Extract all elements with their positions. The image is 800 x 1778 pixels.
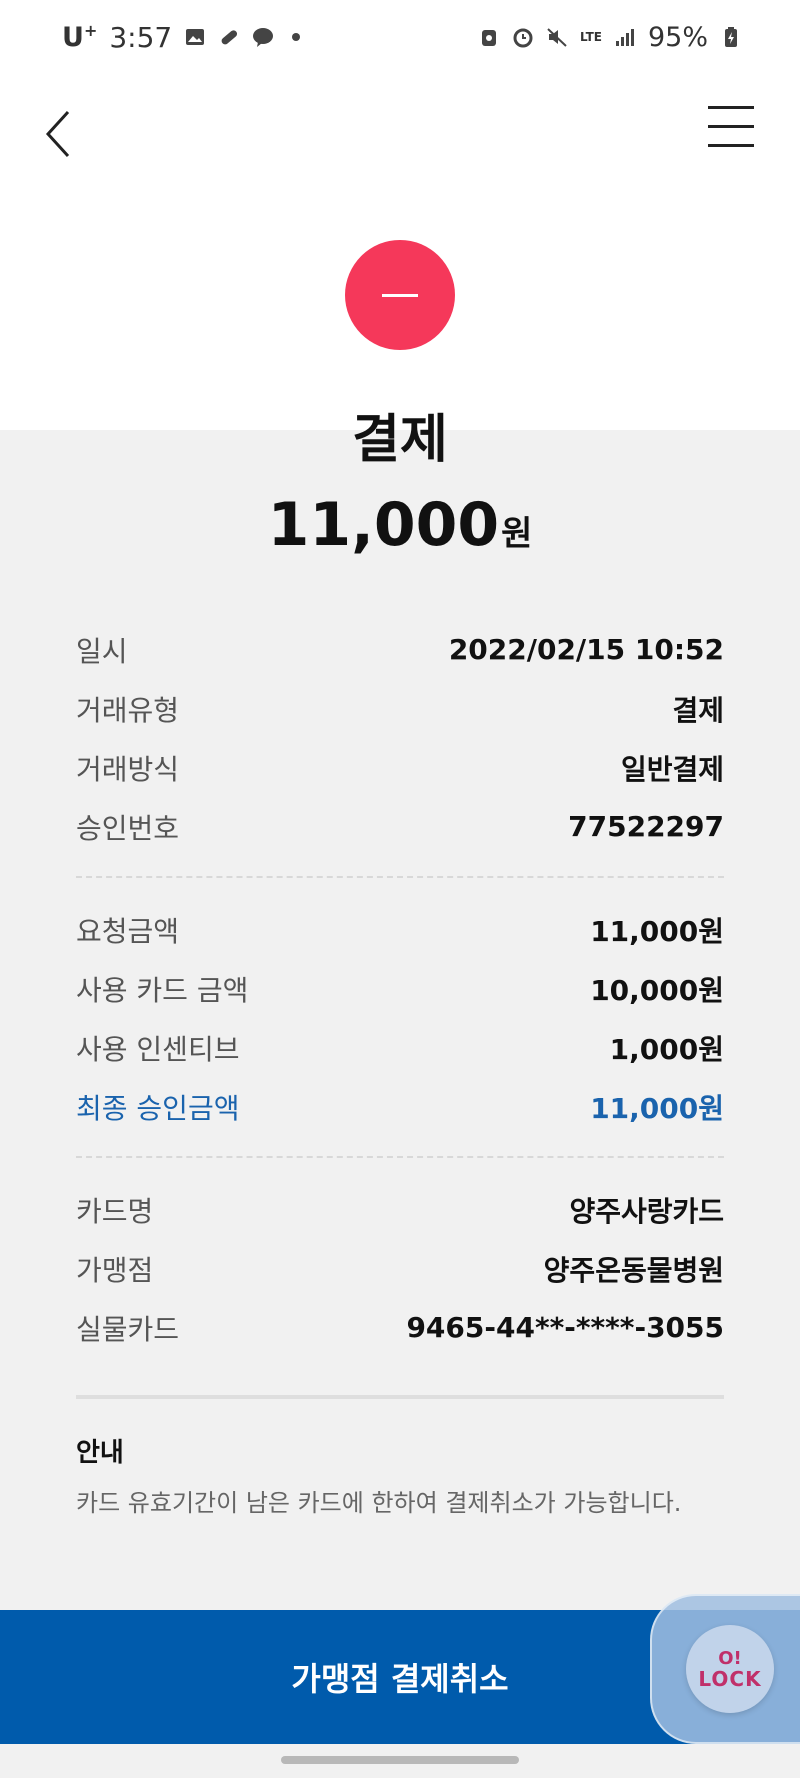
battery-icon [720, 26, 742, 48]
security-icon [478, 26, 500, 48]
detail-row-final-amount: 최종 승인금액 11,000원 [76, 1091, 724, 1125]
more-notifications-dot [292, 33, 301, 41]
detail-row-type: 거래유형 결제 [76, 693, 724, 727]
hamburger-menu-icon [708, 106, 754, 109]
amount-value: 11,000 [267, 490, 500, 560]
network-type: LTE [579, 30, 602, 44]
transaction-details: 일시 2022/02/15 10:52 거래유형 결제 거래방식 일반결제 승인… [76, 620, 724, 1399]
cancel-button-label: 가맹점 결제취소 [291, 1660, 509, 1698]
carrier-label: U+ [62, 21, 98, 53]
header [0, 74, 800, 430]
battery-percent: 95% [647, 21, 708, 53]
chevron-left-icon [45, 110, 70, 158]
alarm-icon [512, 26, 534, 48]
section-divider [76, 1395, 724, 1399]
detail-row-approval-number: 승인번호 77522297 [76, 810, 724, 845]
back-button[interactable] [40, 104, 80, 164]
minus-circle-icon [345, 240, 455, 350]
transaction-summary: 결제 11,000원 [0, 402, 800, 579]
clock: 3:57 [109, 20, 173, 54]
detail-row-card-amount: 사용 카드 금액 10,000원 [76, 973, 724, 1007]
signal-icon [614, 26, 636, 48]
olock-logo-icon: O! LOCK [686, 1625, 774, 1713]
notice-text: 카드 유효기간이 남은 카드에 한하여 결제취소가 가능합니다. [76, 1489, 682, 1517]
notice-title: 안내 [76, 1438, 124, 1468]
pill-icon [218, 26, 240, 48]
detail-row-method: 거래방식 일반결제 [76, 752, 724, 786]
detail-row-merchant: 가맹점 양주온동물병원 [76, 1253, 724, 1287]
status-bar: U+ 3:57 LTE 95% [0, 0, 800, 74]
kakaotalk-icon [252, 26, 274, 48]
gallery-icon [184, 26, 206, 48]
detail-row-physical-card: 실물카드 9465-44**-****-3055 [76, 1311, 724, 1346]
status-right: LTE 95% [478, 22, 742, 53]
mute-icon [546, 26, 568, 48]
notice-section: 안내 카드 유효기간이 남은 카드에 한하여 결제취소가 가능합니다. [76, 1432, 724, 1518]
transaction-amount: 11,000원 [0, 480, 800, 579]
amount-unit: 원 [501, 514, 533, 554]
menu-button[interactable] [708, 106, 756, 152]
divider [76, 1156, 724, 1158]
system-nav-bar [0, 1744, 800, 1778]
olock-floating-widget[interactable]: O! LOCK [650, 1594, 800, 1744]
detail-row-requested-amount: 요청금액 11,000원 [76, 914, 724, 948]
transaction-detail-screen: U+ 3:57 LTE 95% 결제 11,000원 일시 2022/02/15… [0, 0, 800, 1778]
status-left: U+ 3:57 [62, 20, 301, 54]
home-indicator[interactable] [281, 1756, 519, 1764]
detail-row-datetime: 일시 2022/02/15 10:52 [76, 633, 724, 668]
detail-row-card-name: 카드명 양주사랑카드 [76, 1194, 724, 1228]
divider [76, 876, 724, 878]
transaction-title: 결제 [352, 410, 448, 470]
detail-row-incentive: 사용 인센티브 1,000원 [76, 1032, 724, 1066]
